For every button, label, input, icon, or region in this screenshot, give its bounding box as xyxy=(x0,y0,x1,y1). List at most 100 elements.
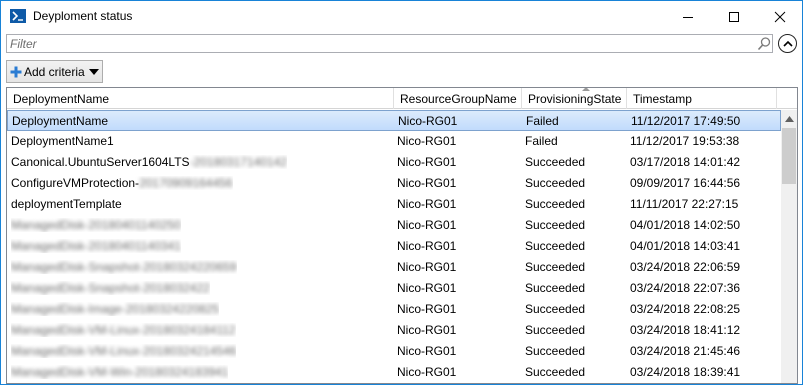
table-row[interactable]: ManagedDisk-Snapshot-20180324220659 Nico-… xyxy=(7,257,781,278)
window-title: Deyploment status xyxy=(33,9,133,23)
cell-resource-group: Nico-RG01 xyxy=(397,134,457,148)
cell-resource-group: Nico-RG01 xyxy=(397,302,457,316)
column-header-provisioningstate[interactable]: ProvisioningState xyxy=(522,88,627,109)
deployment-name: DeploymentName1 xyxy=(11,134,114,148)
maximize-button[interactable] xyxy=(711,1,757,32)
filter-input[interactable] xyxy=(7,35,747,52)
table-row[interactable]: ManagedDisk-20180401140341 Nico-RG01 Succe… xyxy=(7,236,781,257)
deployment-name: DeploymentName xyxy=(12,114,109,128)
cell-timestamp: 03/24/2018 22:06:59 xyxy=(630,260,741,274)
cell-provisioning-state: Succeeded xyxy=(525,365,586,379)
deployment-name-redacted: ManagedDisk-VM-Win-20180324183941 xyxy=(11,365,229,379)
cell-timestamp: 04/01/2018 14:03:41 xyxy=(630,239,741,253)
cell-deployment-name: ManagedDisk-20180401140250 xyxy=(11,218,181,232)
table-row[interactable]: DeploymentName Nico-RG01 Failed 11/12/2017 … xyxy=(7,110,781,131)
deployment-name-redacted: 20170909164456 xyxy=(139,176,233,190)
collapse-filter-button[interactable] xyxy=(778,34,797,53)
cell-timestamp: 03/24/2018 18:41:12 xyxy=(630,323,741,337)
filter-box xyxy=(6,34,773,53)
table-row[interactable]: ManagedDisk-VM-Win-20180324183941 Nico-RG… xyxy=(7,362,781,383)
deployment-name-redacted: ManagedDisk-Snapshot-20180324220659 xyxy=(11,260,237,274)
sort-ascending-icon xyxy=(582,88,590,91)
deployment-name-redacted: -20180317140142 xyxy=(189,155,287,169)
table-row[interactable]: ConfigureVMProtection-20170909164456 Nico… xyxy=(7,173,781,194)
add-criteria-label: Add criteria xyxy=(24,65,85,79)
minimize-button[interactable] xyxy=(665,1,711,32)
table-row[interactable]: deploymentTemplate Nico-RG01 Succeeded 11/1… xyxy=(7,194,781,215)
scroll-up-arrow-icon xyxy=(784,115,794,122)
cell-timestamp: 11/12/2017 19:53:38 xyxy=(630,134,740,148)
cell-deployment-name: deploymentTemplate xyxy=(11,197,122,211)
cell-deployment-name: DeploymentName xyxy=(12,114,108,128)
cell-deployment-name: ManagedDisk-VM-Win-20180324183941 xyxy=(11,365,228,379)
deployment-name: ConfigureVMProtection- xyxy=(11,176,140,190)
table-row[interactable]: ManagedDisk-Snapshot-2018032422 Nico-RG01… xyxy=(7,278,781,299)
cell-provisioning-state: Succeeded xyxy=(525,302,586,316)
grid-rows: DeploymentName Nico-RG01 Failed 11/12/2017 … xyxy=(7,110,781,383)
scrollbar-thumb[interactable] xyxy=(782,128,796,184)
deployment-status-window: Deyploment status Filter Add criteria De… xyxy=(0,0,803,385)
close-icon xyxy=(774,11,786,22)
cell-timestamp: 11/11/2017 22:27:15 xyxy=(630,197,739,211)
deployment-name-redacted: ManagedDisk-VM-Linux-20180324184112 xyxy=(11,323,236,337)
cell-timestamp: 03/24/2018 21:45:46 xyxy=(630,344,741,358)
cell-deployment-name: ManagedDisk-20180401140341 xyxy=(11,239,181,253)
plus-icon xyxy=(10,66,22,78)
cell-deployment-name: ConfigureVMProtection-20170909164456 xyxy=(11,176,233,190)
table-row[interactable]: Canonical.UbuntuServer1604LTS-2018031714… xyxy=(7,152,781,173)
cell-provisioning-state: Failed xyxy=(525,134,558,148)
column-header-timestamp[interactable]: Timestamp xyxy=(627,88,777,109)
cell-provisioning-state: Succeeded xyxy=(525,239,586,253)
cell-provisioning-state: Failed xyxy=(526,114,559,128)
close-button[interactable] xyxy=(757,1,802,32)
cell-resource-group: Nico-RG01 xyxy=(397,323,457,337)
cell-provisioning-state: Succeeded xyxy=(525,323,586,337)
cell-timestamp: 09/09/2017 16:44:56 xyxy=(630,176,741,190)
column-header-deploymentname[interactable]: DeploymentName xyxy=(7,88,394,109)
add-criteria-button[interactable]: Add criteria xyxy=(6,60,103,83)
grid-header: DeploymentName ResourceGroupName Provisi… xyxy=(7,88,797,109)
cell-provisioning-state: Succeeded xyxy=(525,344,586,358)
cell-deployment-name: Canonical.UbuntuServer1604LTS-2018031714… xyxy=(11,155,287,169)
minimize-icon xyxy=(683,16,693,18)
cell-resource-group: Nico-RG01 xyxy=(397,260,457,274)
cell-timestamp: 03/24/2018 22:08:25 xyxy=(630,302,741,316)
cell-resource-group: Nico-RG01 xyxy=(397,344,457,358)
table-row[interactable]: ManagedDisk-VM-Linux-20180324214546 Nico-… xyxy=(7,341,781,362)
cell-deployment-name: ManagedDisk-Snapshot-20180324220659 xyxy=(11,260,237,274)
table-row[interactable]: ManagedDisk-Image-20180324220825 Nico-RG0… xyxy=(7,299,781,320)
cell-resource-group: Nico-RG01 xyxy=(397,239,457,253)
scroll-up-button[interactable] xyxy=(781,110,797,127)
cell-resource-group: Nico-RG01 xyxy=(397,218,457,232)
cell-timestamp: 03/24/2018 22:07:36 xyxy=(630,281,741,295)
deployment-name-redacted: ManagedDisk-20180401140341 xyxy=(11,239,181,253)
vertical-scrollbar[interactable] xyxy=(781,110,797,383)
cell-provisioning-state: Succeeded xyxy=(525,260,586,274)
chevron-up-icon xyxy=(782,40,793,47)
table-row[interactable]: ManagedDisk-20180401140250 Nico-RG01 Succe… xyxy=(7,215,781,236)
column-header-resourcegroupname[interactable]: ResourceGroupName xyxy=(394,88,522,109)
deployment-name-redacted: ManagedDisk-20180401140250 xyxy=(11,218,181,232)
search-icon[interactable] xyxy=(756,36,772,52)
cell-resource-group: Nico-RG01 xyxy=(397,155,457,169)
cell-resource-group: Nico-RG01 xyxy=(397,197,457,211)
cell-deployment-name: ManagedDisk-VM-Linux-20180324214546 xyxy=(11,344,236,358)
cell-provisioning-state: Succeeded xyxy=(525,281,586,295)
deployment-name-redacted: ManagedDisk-Image-20180324220825 xyxy=(11,302,220,316)
cell-provisioning-state: Succeeded xyxy=(525,176,586,190)
table-row[interactable]: DeploymentName1 Nico-RG01 Failed 11/12/2017… xyxy=(7,131,781,152)
cell-resource-group: Nico-RG01 xyxy=(397,281,457,295)
cell-timestamp: 03/24/2018 18:39:41 xyxy=(630,365,741,379)
title-bar[interactable]: Deyploment status xyxy=(1,1,802,32)
cell-provisioning-state: Succeeded xyxy=(525,218,586,232)
deployment-name-redacted: ManagedDisk-VM-Linux-20180324214546 xyxy=(11,344,237,358)
deployments-grid: DeploymentName ResourceGroupName Provisi… xyxy=(6,87,798,384)
deployment-name: Canonical.UbuntuServer1604LTS xyxy=(11,155,190,169)
cell-deployment-name: ManagedDisk-VM-Linux-20180324184112 xyxy=(11,323,236,337)
chevron-down-icon xyxy=(89,69,99,75)
cell-deployment-name: DeploymentName1 xyxy=(11,134,114,148)
table-row[interactable]: ManagedDisk-VM-Linux-20180324184112 Nico-… xyxy=(7,320,781,341)
cell-deployment-name: ManagedDisk-Image-20180324220825 xyxy=(11,302,219,316)
cell-deployment-name: ManagedDisk-Snapshot-2018032422 xyxy=(11,281,210,295)
deployment-name: deploymentTemplate xyxy=(11,197,122,211)
